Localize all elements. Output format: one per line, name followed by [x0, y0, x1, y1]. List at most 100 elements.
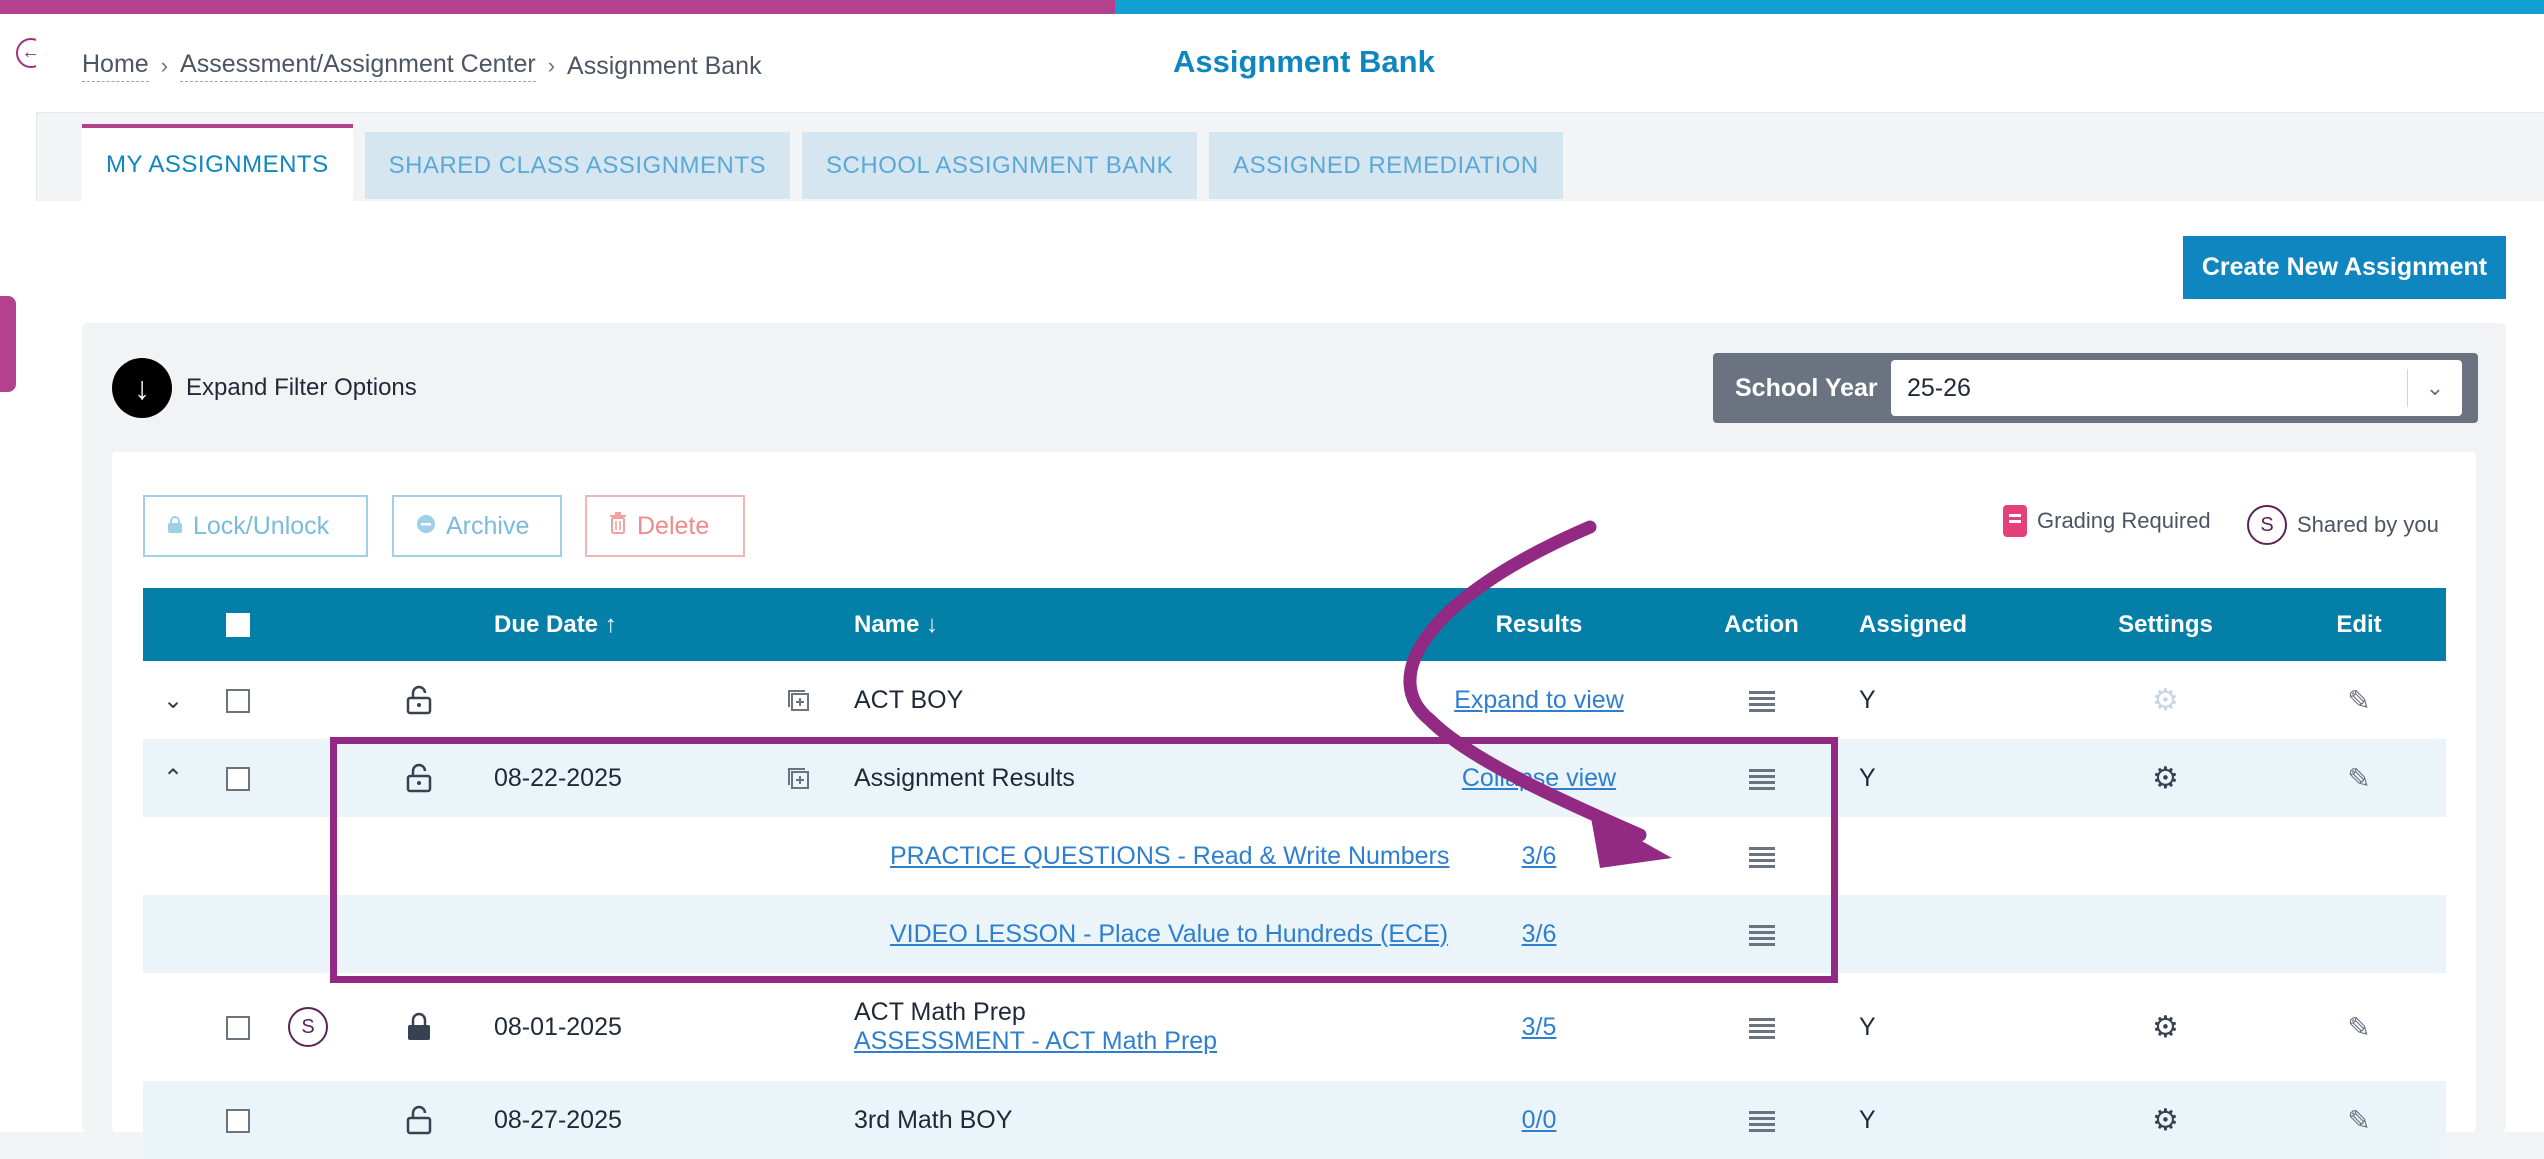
menu-icon[interactable]: [1748, 690, 1775, 712]
shared-by-you-label: Shared by you: [2297, 512, 2439, 537]
pencil-icon[interactable]: ✎: [2347, 1012, 2370, 1043]
menu-icon[interactable]: [1748, 846, 1775, 868]
archive-label: Archive: [446, 511, 530, 540]
assigned-cell: Y: [1859, 1081, 2059, 1159]
sort-down-icon: ↓: [926, 610, 939, 638]
video-lesson-link[interactable]: VIDEO LESSON - Place Value to Hundreds (…: [890, 920, 1448, 948]
tab-shared-class-assignments[interactable]: SHARED CLASS ASSIGNMENTS: [364, 132, 791, 199]
menu-icon[interactable]: [1748, 924, 1775, 946]
assigned-cell: Y: [1859, 685, 1876, 714]
assessment-link[interactable]: ASSESSMENT - ACT Math Prep: [854, 1027, 1217, 1055]
sort-up-icon: ↑: [604, 610, 617, 638]
tab-my-assignments[interactable]: MY ASSIGNMENTS: [82, 124, 353, 202]
left-sidebar: [0, 14, 37, 1132]
table-row: VIDEO LESSON - Place Value to Hundreds (…: [143, 895, 2446, 973]
tab-bar: MY ASSIGNMENTS SHARED CLASS ASSIGNMENTS …: [82, 124, 1563, 202]
table-row: PRACTICE QUESTIONS - Read & Write Number…: [143, 817, 2446, 895]
edit-header: Edit: [2272, 588, 2446, 661]
breadcrumb-home[interactable]: Home: [82, 50, 149, 82]
chevron-up-icon[interactable]: ⌃: [163, 765, 183, 792]
unlock-icon[interactable]: [343, 739, 494, 817]
chevron-right-icon: ›: [160, 53, 169, 78]
results-link[interactable]: 3/6: [1522, 920, 1557, 948]
lock-icon[interactable]: [343, 973, 494, 1081]
row-checkbox[interactable]: [226, 766, 250, 791]
assignments-table: Due Date ↑ Name ↓ Results Action Assigne…: [143, 588, 2446, 1159]
breadcrumb-current: Assignment Bank: [567, 51, 762, 80]
page-title: Assignment Bank: [1173, 44, 1435, 79]
row-checkbox[interactable]: [226, 1015, 250, 1040]
assignment-name: Assignment Results: [854, 739, 1414, 817]
gear-icon: ⚙: [2152, 683, 2179, 717]
table-header-row: Due Date ↑ Name ↓ Results Action Assigne…: [143, 588, 2446, 661]
delete-button[interactable]: Delete: [585, 495, 745, 557]
practice-questions-link[interactable]: PRACTICE QUESTIONS - Read & Write Number…: [890, 842, 1449, 870]
chevron-down-icon: ⌄: [2407, 369, 2462, 407]
table-row: ⌄ ACT BOY Expand to view Y ⚙ ✎: [143, 661, 2446, 739]
school-year-label: School Year: [1735, 373, 1878, 402]
sidebar-active-marker: [0, 296, 16, 392]
row-checkbox[interactable]: [226, 1108, 250, 1133]
create-new-assignment-button[interactable]: Create New Assignment: [2183, 236, 2506, 299]
expand-filter-toggle[interactable]: ↓ Expand Filter Options: [112, 358, 417, 418]
results-link[interactable]: 3/6: [1522, 842, 1557, 870]
copy-icon[interactable]: [743, 661, 854, 739]
arrow-down-icon: ↓: [112, 358, 172, 418]
assignment-name: ACT Math Prep: [854, 998, 1026, 1026]
collapse-view-link[interactable]: Collapse view: [1462, 764, 1616, 792]
archive-button[interactable]: Archive: [392, 495, 562, 557]
due-date-cell: 08-22-2025: [494, 739, 743, 817]
page-header: Home › Assessment/Assignment Center › As…: [36, 14, 2544, 113]
school-year-filter: School Year 25-26 ⌄: [1713, 353, 2478, 423]
pencil-icon[interactable]: ✎: [2347, 685, 2370, 716]
grading-required-label: Grading Required: [2037, 508, 2211, 533]
top-accent-bar: [0, 0, 2544, 14]
assigned-header: Assigned: [1859, 588, 2059, 661]
pencil-icon[interactable]: ✎: [2347, 763, 2370, 794]
breadcrumb: Home › Assessment/Assignment Center › As…: [82, 50, 762, 82]
breadcrumb-center[interactable]: Assessment/Assignment Center: [180, 50, 536, 82]
school-year-select[interactable]: 25-26 ⌄: [1891, 360, 2462, 416]
school-year-value: 25-26: [1907, 373, 1971, 402]
table-row: S 08-01-2025 ACT Math Prep ASSESSMENT - …: [143, 973, 2446, 1081]
due-date-header[interactable]: Due Date ↑: [494, 588, 743, 661]
expand-filter-label: Expand Filter Options: [186, 374, 417, 401]
name-header[interactable]: Name ↓: [854, 588, 1414, 661]
results-link[interactable]: 3/5: [1522, 1013, 1557, 1041]
gear-icon[interactable]: ⚙: [2152, 762, 2179, 795]
tab-school-assignment-bank[interactable]: SCHOOL ASSIGNMENT BANK: [802, 132, 1198, 199]
unlock-icon[interactable]: [343, 1081, 494, 1159]
assignment-name: 3rd Math BOY: [854, 1081, 1414, 1159]
copy-icon[interactable]: [743, 739, 854, 817]
trash-icon: [609, 511, 627, 541]
gear-icon[interactable]: ⚙: [2152, 1011, 2179, 1044]
results-link[interactable]: 0/0: [1522, 1106, 1557, 1134]
chevron-down-icon[interactable]: ⌄: [163, 687, 183, 714]
unlock-icon[interactable]: [343, 661, 494, 739]
row-checkbox[interactable]: [226, 688, 250, 713]
due-date-cell: [494, 661, 743, 739]
table-row: 08-27-2025 3rd Math BOY 0/0 Y ⚙ ✎: [143, 1081, 2446, 1159]
menu-icon[interactable]: [1748, 1017, 1775, 1039]
legend-shared-by-you: S Shared by you: [2247, 505, 2439, 545]
delete-label: Delete: [637, 511, 710, 540]
action-header: Action: [1664, 588, 1859, 661]
assignment-name: ACT BOY: [854, 685, 964, 714]
chevron-right-icon: ›: [547, 53, 556, 78]
lock-icon: [167, 512, 183, 541]
grading-required-icon: [2003, 505, 2027, 537]
results-header: Results: [1414, 588, 1664, 661]
assigned-cell: Y: [1859, 1012, 1876, 1041]
settings-header: Settings: [2059, 588, 2272, 661]
pencil-icon[interactable]: ✎: [2347, 1105, 2370, 1136]
due-date-cell: 08-27-2025: [494, 1081, 743, 1159]
menu-icon[interactable]: [1748, 1110, 1775, 1132]
tab-assigned-remediation[interactable]: ASSIGNED REMEDIATION: [1209, 132, 1563, 199]
menu-icon[interactable]: [1748, 768, 1775, 790]
legend-grading-required: Grading Required: [2003, 505, 2211, 537]
shared-badge-icon: S: [2247, 505, 2287, 545]
lock-unlock-button[interactable]: Lock/Unlock: [143, 495, 368, 557]
due-date-cell: 08-01-2025: [494, 1012, 622, 1041]
select-all-checkbox[interactable]: [226, 613, 250, 638]
expand-to-view-link[interactable]: Expand to view: [1454, 686, 1624, 714]
